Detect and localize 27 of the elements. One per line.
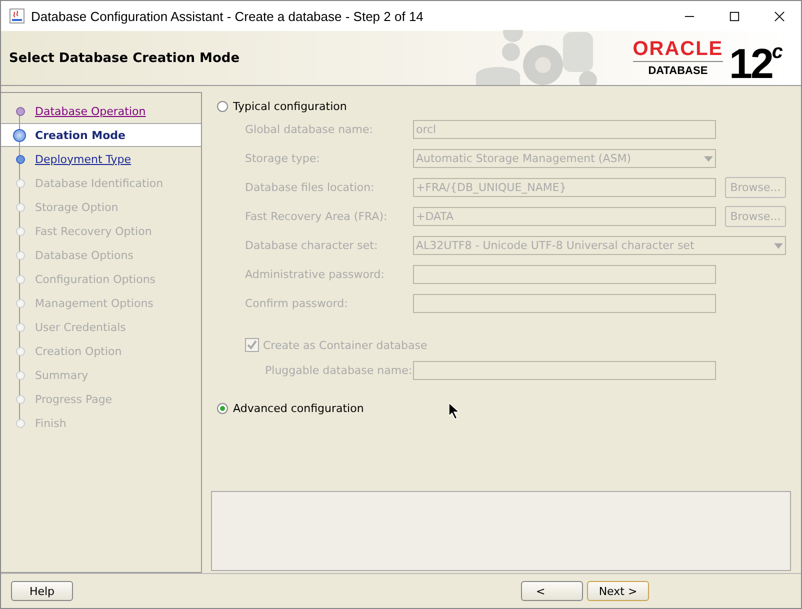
field-label: Database character set: [245,239,379,252]
step-item[interactable]: Creation Mode [1,123,201,147]
close-icon[interactable] [774,10,785,22]
back-button[interactable]: < [521,581,583,601]
brand-logo: ORACLE [632,39,724,62]
advanced-radio[interactable] [217,402,228,414]
caret-icon [774,242,783,248]
next-button[interactable]: Next > [587,581,649,601]
field-label: Global database name: [245,123,374,136]
field-label: Pluggable database name: [265,364,413,377]
field-label: Storage type: [245,152,321,165]
field-label: Database files location: [245,181,376,194]
field-label: Fast Recovery Area (FRA): [245,210,388,223]
field-label: Administrative password: [245,268,386,281]
caret-icon [704,156,713,162]
app-icon [9,8,25,24]
help-button[interactable]: Help [11,581,73,601]
window-title: Database Configuration Assistant - Create a database - Step 2 of 14 [31,8,424,24]
step-item[interactable]: Database Operation [1,99,201,123]
cursor-icon [449,403,459,419]
maximize-icon[interactable] [729,10,740,22]
product-name: DATABASE [648,65,708,77]
advanced-label[interactable]: Advanced configuration [233,402,364,414]
step-item[interactable]: Deployment Type [1,147,201,171]
field-label: Confirm password: [245,297,349,310]
version-label: 12$^{c}$ [729,39,781,86]
page-title: Select Database Creation Mode [8,50,240,66]
